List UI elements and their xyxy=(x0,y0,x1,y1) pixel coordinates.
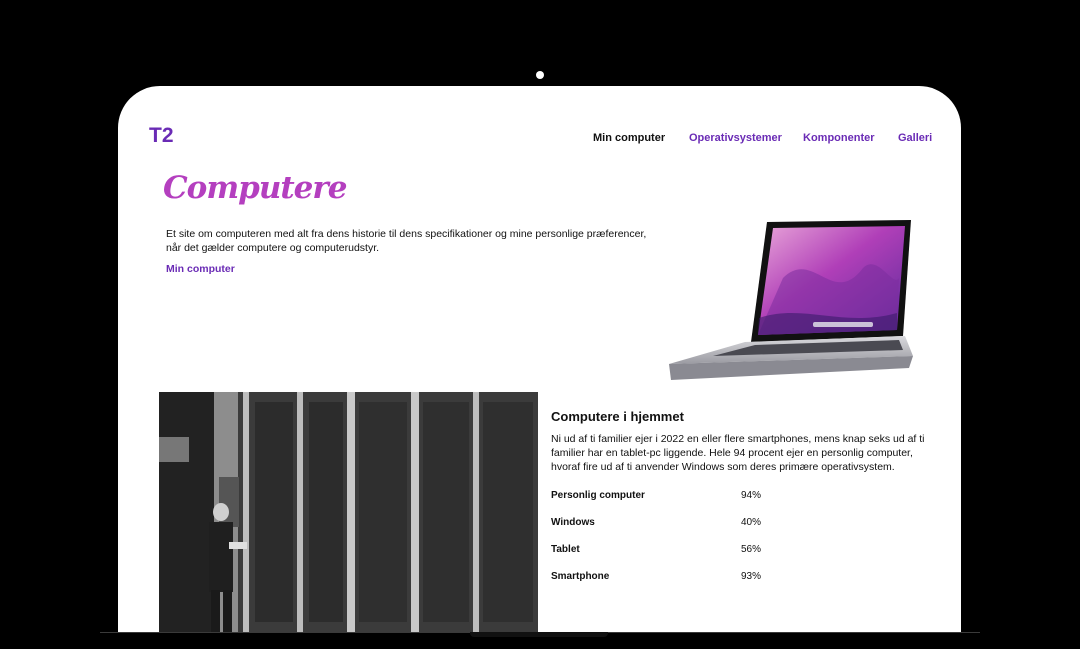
stat-value: 94% xyxy=(741,490,762,501)
stat-value: 93% xyxy=(741,571,762,582)
camera-dot xyxy=(536,71,544,79)
nav-item-operativsystemer[interactable]: Operativsystemer xyxy=(689,132,782,144)
nav-item-komponenter[interactable]: Komponenter xyxy=(803,132,875,144)
laptop-notch xyxy=(470,632,608,637)
section-title: Computere i hjemmet xyxy=(551,409,684,424)
site-logo[interactable]: T2 xyxy=(149,124,174,148)
stat-label: Tablet xyxy=(551,544,580,555)
bottom-bar xyxy=(0,649,1080,669)
stat-label: Windows xyxy=(551,517,595,528)
laptop-screen: T2 Min computer Operativsystemer Kompone… xyxy=(118,86,961,632)
nav-item-min-computer[interactable]: Min computer xyxy=(593,132,665,144)
section-text: Ni ud af ti familier ejer i 2022 en elle… xyxy=(551,433,925,473)
laptop-image xyxy=(669,220,913,380)
intro-text: Et site om computeren med alt fra dens h… xyxy=(166,228,647,254)
stat-label: Smartphone xyxy=(551,571,610,582)
stat-label: Personlig computer xyxy=(551,490,645,501)
stat-value: 40% xyxy=(741,517,762,528)
historic-computer-photo xyxy=(159,392,538,632)
page-title: Computere xyxy=(163,170,347,206)
min-computer-link[interactable]: Min computer xyxy=(166,263,235,275)
stat-value: 56% xyxy=(741,544,762,555)
nav-item-galleri[interactable]: Galleri xyxy=(898,132,932,144)
